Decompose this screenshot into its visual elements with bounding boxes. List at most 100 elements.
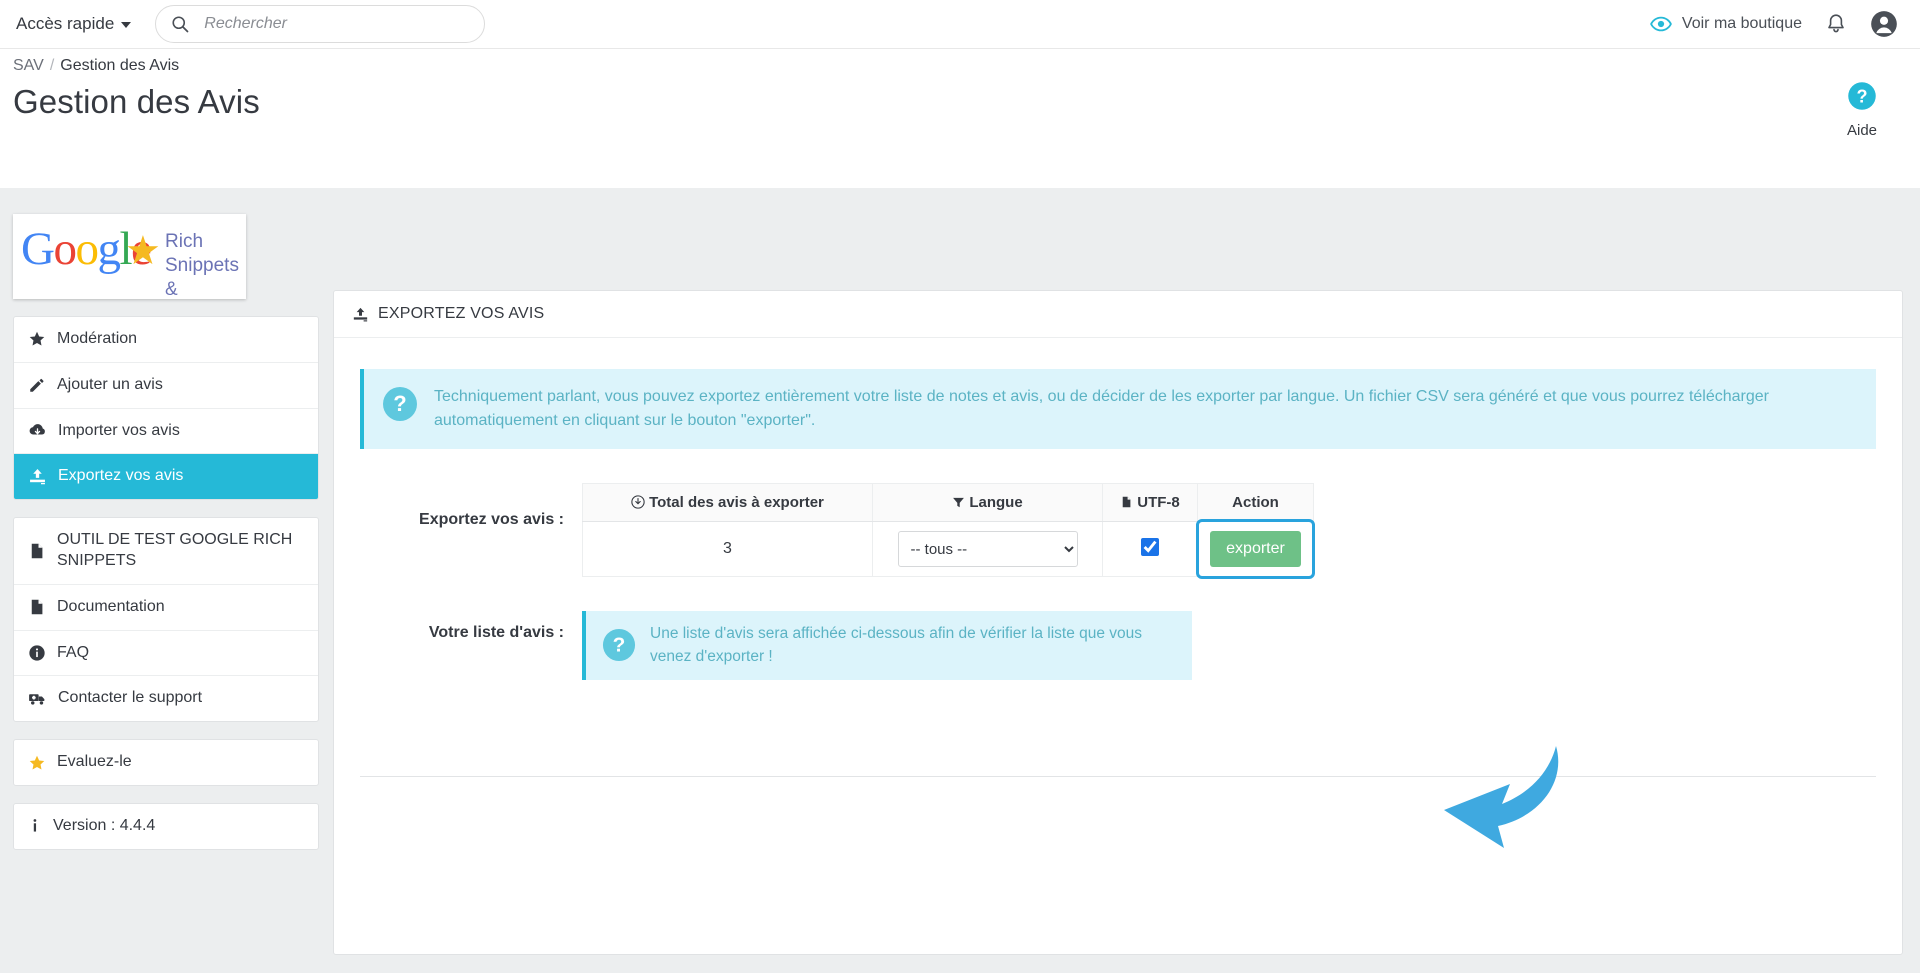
upload-icon	[353, 307, 368, 321]
bell-icon[interactable]	[1824, 12, 1848, 36]
google-letter-g: G	[21, 223, 55, 275]
sidebar-item-version: Version : 4.4.4	[14, 804, 318, 849]
export-row-label: Exportez vos avis :	[419, 511, 564, 528]
sidebar-item-label: Exportez vos avis	[58, 467, 184, 485]
breadcrumb: SAV / Gestion des Avis	[13, 57, 179, 75]
page-title: Gestion des Avis	[13, 83, 260, 120]
google-letter-g2: g	[97, 223, 121, 275]
question-circle-icon: ?	[602, 629, 636, 662]
cell-utf8	[1102, 521, 1198, 577]
column-header-action-label: Action	[1232, 494, 1279, 511]
panel-title: EXPORTEZ VOS AVIS	[378, 305, 545, 322]
info-icon	[33, 819, 37, 832]
star-icon: ★	[125, 229, 161, 273]
breadcrumb-separator: /	[49, 57, 55, 74]
language-select[interactable]: -- tous --	[897, 531, 1078, 567]
sidebar-version-label: Version : 4.4.4	[53, 816, 156, 834]
list-alert: ? Une liste d'avis sera affichée ci-dess…	[582, 611, 1192, 680]
google-letter-o2: o	[75, 223, 99, 275]
breadcrumb-current: Gestion des Avis	[60, 57, 180, 74]
sidebar-item-label: Modération	[57, 330, 138, 347]
help-circle-icon: ?	[1848, 82, 1876, 110]
utf8-checkbox[interactable]	[1141, 537, 1159, 556]
cloud-download-icon	[29, 424, 45, 436]
cell-language: -- tous --	[872, 521, 1103, 577]
info-alert: ? Techniquement parlant, vous pouvez exp…	[360, 369, 1876, 449]
column-header-total: Total des avis à exporter	[582, 483, 873, 522]
title-bar: SAV / Gestion des Avis Gestion des Avis ? …	[0, 49, 1920, 188]
search-icon	[172, 16, 189, 33]
help-label: Aide	[1846, 122, 1878, 139]
view-shop-link[interactable]: Voir ma boutique	[1650, 13, 1802, 35]
column-header-utf8-label: UTF-8	[1137, 494, 1180, 511]
export-button[interactable]: exporter	[1210, 531, 1301, 567]
sidebar-item-faq[interactable]: FAQ	[14, 631, 318, 677]
star-icon	[29, 755, 45, 770]
svg-text:?: ?	[1856, 87, 1867, 107]
sidebar-menu-primary: Modération Ajouter un avis Importer vos …	[13, 316, 319, 501]
svg-text:?: ?	[393, 391, 406, 416]
section-divider	[360, 775, 1876, 777]
export-form-row: Exportez vos avis : Total des avis à exp…	[360, 483, 1876, 579]
help-button[interactable]: ? Aide	[1822, 81, 1902, 139]
star-icon	[29, 332, 45, 346]
list-row-label: Votre liste d'avis :	[428, 624, 564, 641]
sidebar-menu-secondary: OUTIL DE TEST GOOGLE RICH SNIPPETS Docum…	[13, 517, 319, 723]
view-shop-label: Voir ma boutique	[1681, 15, 1802, 32]
column-header-langue: Langue	[872, 483, 1103, 522]
sidebar-item-label: Documentation	[57, 597, 165, 615]
sidebar-menu-rate: Evaluez-le	[13, 739, 319, 786]
list-alert-text: Une liste d'avis sera affichée ci-dessou…	[650, 625, 1143, 666]
sidebar-item-contacter-le-support[interactable]: Contacter le support	[14, 676, 318, 721]
search-input[interactable]	[202, 14, 471, 34]
export-table: Total des avis à exporter Langue UTF-8 A…	[582, 483, 1315, 579]
pencil-icon	[30, 379, 44, 392]
quick-access-dropdown[interactable]: Accès rapide	[16, 14, 132, 34]
filter-icon	[953, 497, 965, 508]
svg-text:?: ?	[613, 634, 626, 657]
file-icon	[31, 599, 43, 615]
sidebar-item-documentation[interactable]: Documentation	[14, 585, 318, 631]
column-header-langue-label: Langue	[969, 494, 1023, 511]
panel-body: ? Techniquement parlant, vous pouvez exp…	[334, 338, 1902, 777]
breadcrumb-parent[interactable]: SAV	[13, 57, 44, 74]
sidebar-item-label: FAQ	[57, 643, 90, 661]
content-area: Google ★ Rich Snippets & Reviews Modérat…	[0, 188, 1920, 973]
sidebar-item-label: Contacter le support	[58, 689, 203, 707]
sidebar-item-label: Evaluez-le	[57, 753, 132, 771]
sidebar: Google ★ Rich Snippets & Reviews Modérat…	[13, 188, 319, 850]
chevron-down-icon	[121, 22, 132, 28]
sidebar-item-label: Importer vos avis	[58, 421, 180, 439]
rich-snippets-line2: & Reviews	[165, 278, 178, 300]
google-rich-snippets-banner: Google ★ Rich Snippets & Reviews	[13, 214, 246, 299]
sidebar-item-ajouter-un-avis[interactable]: Ajouter un avis	[14, 363, 318, 409]
export-table-head: Total des avis à exporter Langue UTF-8 A…	[582, 483, 1314, 522]
sidebar-item-importer-vos-avis[interactable]: Importer vos avis	[14, 409, 318, 455]
column-header-utf8: UTF-8	[1102, 483, 1198, 522]
sidebar-item-label: OUTIL DE TEST GOOGLE RICH SNIPPETS	[57, 531, 293, 569]
rich-snippets-line1: Rich Snippets	[165, 231, 239, 276]
question-circle-icon: ?	[383, 387, 417, 421]
top-header: Accès rapide Voir ma boutique	[0, 0, 1920, 49]
info-icon	[29, 645, 45, 661]
export-panel: EXPORTEZ VOS AVIS ? Techniquement parlan…	[333, 290, 1903, 955]
file-icon	[31, 543, 43, 559]
sidebar-item-exportez-vos-avis[interactable]: Exportez vos avis	[14, 454, 318, 500]
quick-access-label: Accès rapide	[16, 14, 115, 33]
sidebar-item-outil-de-test-google-rich-snippets[interactable]: OUTIL DE TEST GOOGLE RICH SNIPPETS	[14, 518, 318, 585]
list-form-row: Votre liste d'avis : ? Une liste d'avis …	[360, 611, 1876, 680]
upload-icon	[30, 469, 45, 485]
eye-icon	[1650, 16, 1672, 32]
search-box[interactable]	[155, 5, 486, 43]
download-circle-icon	[631, 495, 645, 509]
avatar[interactable]	[1870, 10, 1898, 38]
sidebar-item-moderation[interactable]: Modération	[14, 317, 318, 363]
column-header-total-label: Total des avis à exporter	[649, 494, 824, 511]
google-letter-o1: o	[53, 223, 77, 275]
table-row: 3 -- tous -- exporter	[582, 519, 1315, 579]
sidebar-item-evaluez-le[interactable]: Evaluez-le	[14, 740, 318, 785]
rich-snippets-text: Rich Snippets & Reviews	[165, 230, 246, 299]
sidebar-version-card: Version : 4.4.4	[13, 802, 319, 850]
cell-total-value: 3	[582, 521, 873, 577]
cell-action: exporter	[1196, 519, 1315, 579]
